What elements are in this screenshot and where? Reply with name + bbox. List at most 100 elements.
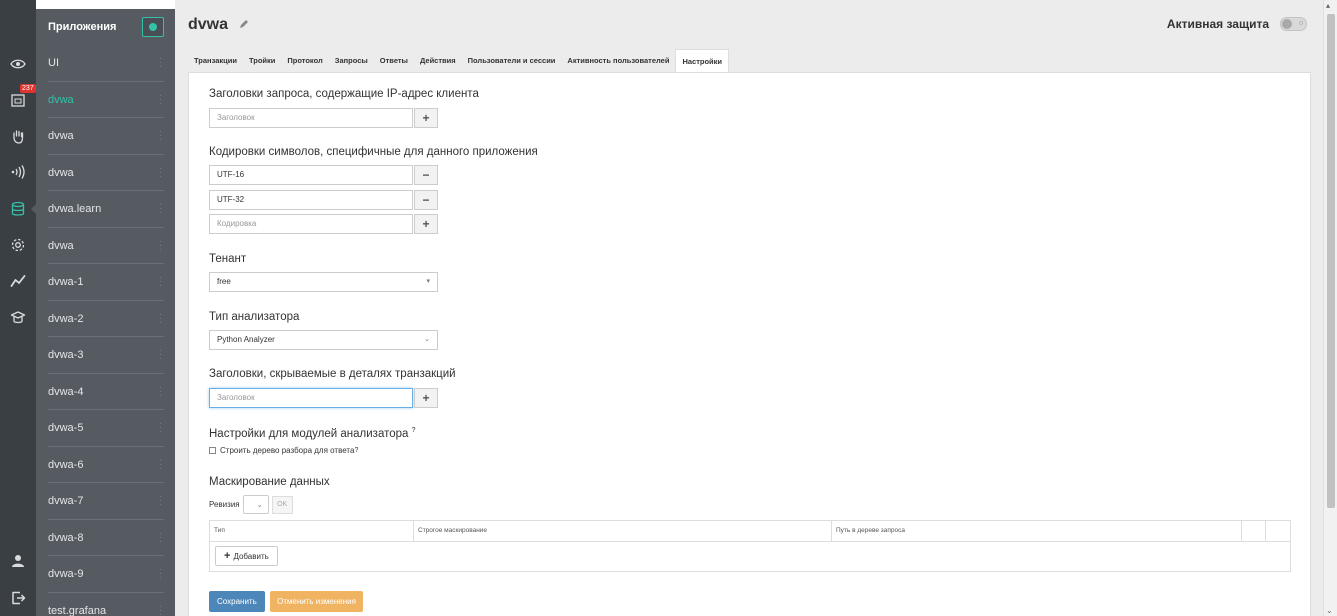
page-scrollbar[interactable]: ▴ ⌄ xyxy=(1323,0,1337,616)
logout-icon[interactable] xyxy=(6,586,30,610)
encoding-field-1[interactable]: UTF-16 xyxy=(209,165,413,185)
tenant-select[interactable]: free ▾ xyxy=(209,272,438,292)
remove-encoding-2-button[interactable]: − xyxy=(414,190,438,210)
learn-icon[interactable] xyxy=(6,306,30,330)
save-button[interactable]: Сохранить xyxy=(209,591,265,612)
plus-icon: + xyxy=(422,217,430,231)
kebab-menu-icon[interactable]: · · · xyxy=(159,601,162,616)
revision-ok-button[interactable]: OK xyxy=(271,495,293,514)
tab-item[interactable]: Пользователи и сессии xyxy=(462,49,562,73)
user-icon[interactable] xyxy=(6,549,30,573)
scroll-up-icon[interactable]: ▴ xyxy=(1326,1,1330,10)
cancel-changes-button[interactable]: Отменить изменения xyxy=(270,591,363,612)
sidebar-app-item[interactable]: dvwa-5 · · · xyxy=(36,410,175,447)
masking-title: Маскирование данных xyxy=(209,476,330,488)
kebab-menu-icon[interactable]: · · · xyxy=(159,455,162,473)
tab-item[interactable]: Протокол xyxy=(281,49,328,73)
add-ip-header-button[interactable]: + xyxy=(414,108,438,128)
kebab-menu-icon[interactable]: · · · xyxy=(159,200,162,218)
kebab-menu-icon[interactable]: · · · xyxy=(159,54,162,72)
sidebar-title: Приложения xyxy=(48,21,117,33)
sidebar-app-item[interactable]: dvwa · · · xyxy=(36,228,175,265)
sidebar-app-item[interactable]: dvwa-4 · · · xyxy=(36,374,175,411)
tab-item[interactable]: Настройки xyxy=(675,49,730,73)
kebab-menu-icon[interactable]: · · · xyxy=(159,273,162,291)
encoding-input[interactable]: Кодировка xyxy=(209,214,413,234)
kebab-menu-icon[interactable]: · · · xyxy=(159,90,162,108)
kebab-menu-icon[interactable]: · · · xyxy=(159,382,162,400)
help-icon[interactable]: ? xyxy=(354,447,358,454)
sidebar-app-label: dvwa-1 xyxy=(48,276,84,289)
tab-item[interactable]: Транзакции xyxy=(188,49,243,73)
hand-icon[interactable] xyxy=(6,124,30,148)
sidebar-app-item[interactable]: dvwa-1 · · · xyxy=(36,264,175,301)
minus-icon: − xyxy=(422,168,430,182)
sidebar-app-label: dvwa-8 xyxy=(48,531,84,544)
gear-icon[interactable] xyxy=(6,233,30,257)
kebab-menu-icon[interactable]: · · · xyxy=(159,236,162,254)
signal-icon[interactable] xyxy=(6,160,30,184)
apps-list: UI · · · dvwa · · · dvwa · · · dvwa · · · dvwa.learn · · · d… xyxy=(36,45,175,616)
kebab-menu-icon[interactable]: · · · xyxy=(159,346,162,364)
sidebar-app-item[interactable]: dvwa · · · xyxy=(36,118,175,155)
events-icon[interactable]: 237 xyxy=(6,84,36,112)
sidebar-app-item[interactable]: dvwa · · · xyxy=(36,82,175,119)
main-area: dvwa Активная защита o Транзакции Тройки П… xyxy=(175,0,1337,616)
kebab-menu-icon[interactable]: · · · xyxy=(159,565,162,583)
pencil-icon[interactable] xyxy=(239,19,249,32)
tab-item[interactable]: Действия xyxy=(414,49,462,73)
kebab-menu-icon[interactable]: · · · xyxy=(159,163,162,181)
sidebar-app-item[interactable]: dvwa.learn · · · xyxy=(36,191,175,228)
kebab-menu-icon[interactable]: · · · xyxy=(159,492,162,510)
toggle-off-glyph: o xyxy=(1299,20,1303,27)
kebab-menu-icon[interactable]: · · · xyxy=(159,528,162,546)
tab-item[interactable]: Активность пользователей xyxy=(561,49,675,73)
kebab-menu-icon[interactable]: · · · xyxy=(159,419,162,437)
sidebar-app-item[interactable]: dvwa-7 · · · xyxy=(36,483,175,520)
scroll-thumb[interactable] xyxy=(1327,14,1335,508)
tab-item[interactable]: Ответы xyxy=(374,49,414,73)
sidebar-app-item[interactable]: test.grafana · · · xyxy=(36,593,175,616)
help-icon[interactable]: ? xyxy=(412,427,416,434)
tenant-value: free xyxy=(217,277,231,286)
chevron-down-icon: ⌄ xyxy=(424,336,430,343)
modules-title-text: Настройки для модулей анализатора xyxy=(209,427,409,440)
scroll-down-icon[interactable]: ⌄ xyxy=(1326,606,1333,615)
sidebar-app-label: dvwa xyxy=(48,166,74,179)
ip-header-input[interactable]: Заголовок xyxy=(209,108,413,128)
column-header-tree-path: Путь в дереве запроса xyxy=(832,521,1242,541)
plus-circle-icon xyxy=(149,23,157,31)
add-hidden-header-button[interactable]: + xyxy=(414,388,438,408)
sidebar-app-item[interactable]: UI · · · xyxy=(36,45,175,82)
chart-icon[interactable] xyxy=(6,269,30,293)
sidebar-app-item[interactable]: dvwa · · · xyxy=(36,155,175,192)
eye-icon[interactable] xyxy=(6,52,30,76)
parse-tree-option: Строить дерево разбора для ответа ? xyxy=(209,446,358,455)
active-protection-toggle[interactable]: o xyxy=(1280,17,1307,31)
revision-select[interactable]: ⌄ xyxy=(242,495,269,514)
kebab-menu-icon[interactable]: · · · xyxy=(159,127,162,145)
sidebar-app-label: dvwa-3 xyxy=(48,349,84,362)
encoding-field-2[interactable]: UTF-32 xyxy=(209,190,413,210)
add-masking-rule-button[interactable]: + Добавить xyxy=(215,546,278,566)
sidebar-app-label: dvwa xyxy=(48,239,74,252)
sidebar-app-label: dvwa-9 xyxy=(48,568,84,581)
sidebar-app-item[interactable]: dvwa-6 · · · xyxy=(36,447,175,484)
sidebar-app-item[interactable]: dvwa-8 · · · xyxy=(36,520,175,557)
sidebar-app-item[interactable]: dvwa-3 · · · xyxy=(36,337,175,374)
add-encoding-button[interactable]: + xyxy=(414,214,438,234)
column-header-empty xyxy=(1242,521,1266,541)
tab-item[interactable]: Тройки xyxy=(243,49,281,73)
analyzer-select[interactable]: Python Analyzer ⌄ xyxy=(209,330,438,350)
tab-item[interactable]: Запросы xyxy=(329,49,374,73)
hidden-header-input[interactable]: Заголовок xyxy=(209,388,413,408)
sidebar-app-item[interactable]: dvwa-9 · · · xyxy=(36,556,175,593)
parse-tree-checkbox[interactable] xyxy=(209,447,216,454)
database-icon[interactable] xyxy=(6,197,30,221)
remove-encoding-1-button[interactable]: − xyxy=(414,165,438,185)
kebab-menu-icon[interactable]: · · · xyxy=(159,309,162,327)
add-app-button[interactable] xyxy=(142,17,164,37)
add-masking-rule-label: Добавить xyxy=(233,551,269,561)
events-badge: 237 xyxy=(20,84,36,93)
sidebar-app-item[interactable]: dvwa-2 · · · xyxy=(36,301,175,338)
